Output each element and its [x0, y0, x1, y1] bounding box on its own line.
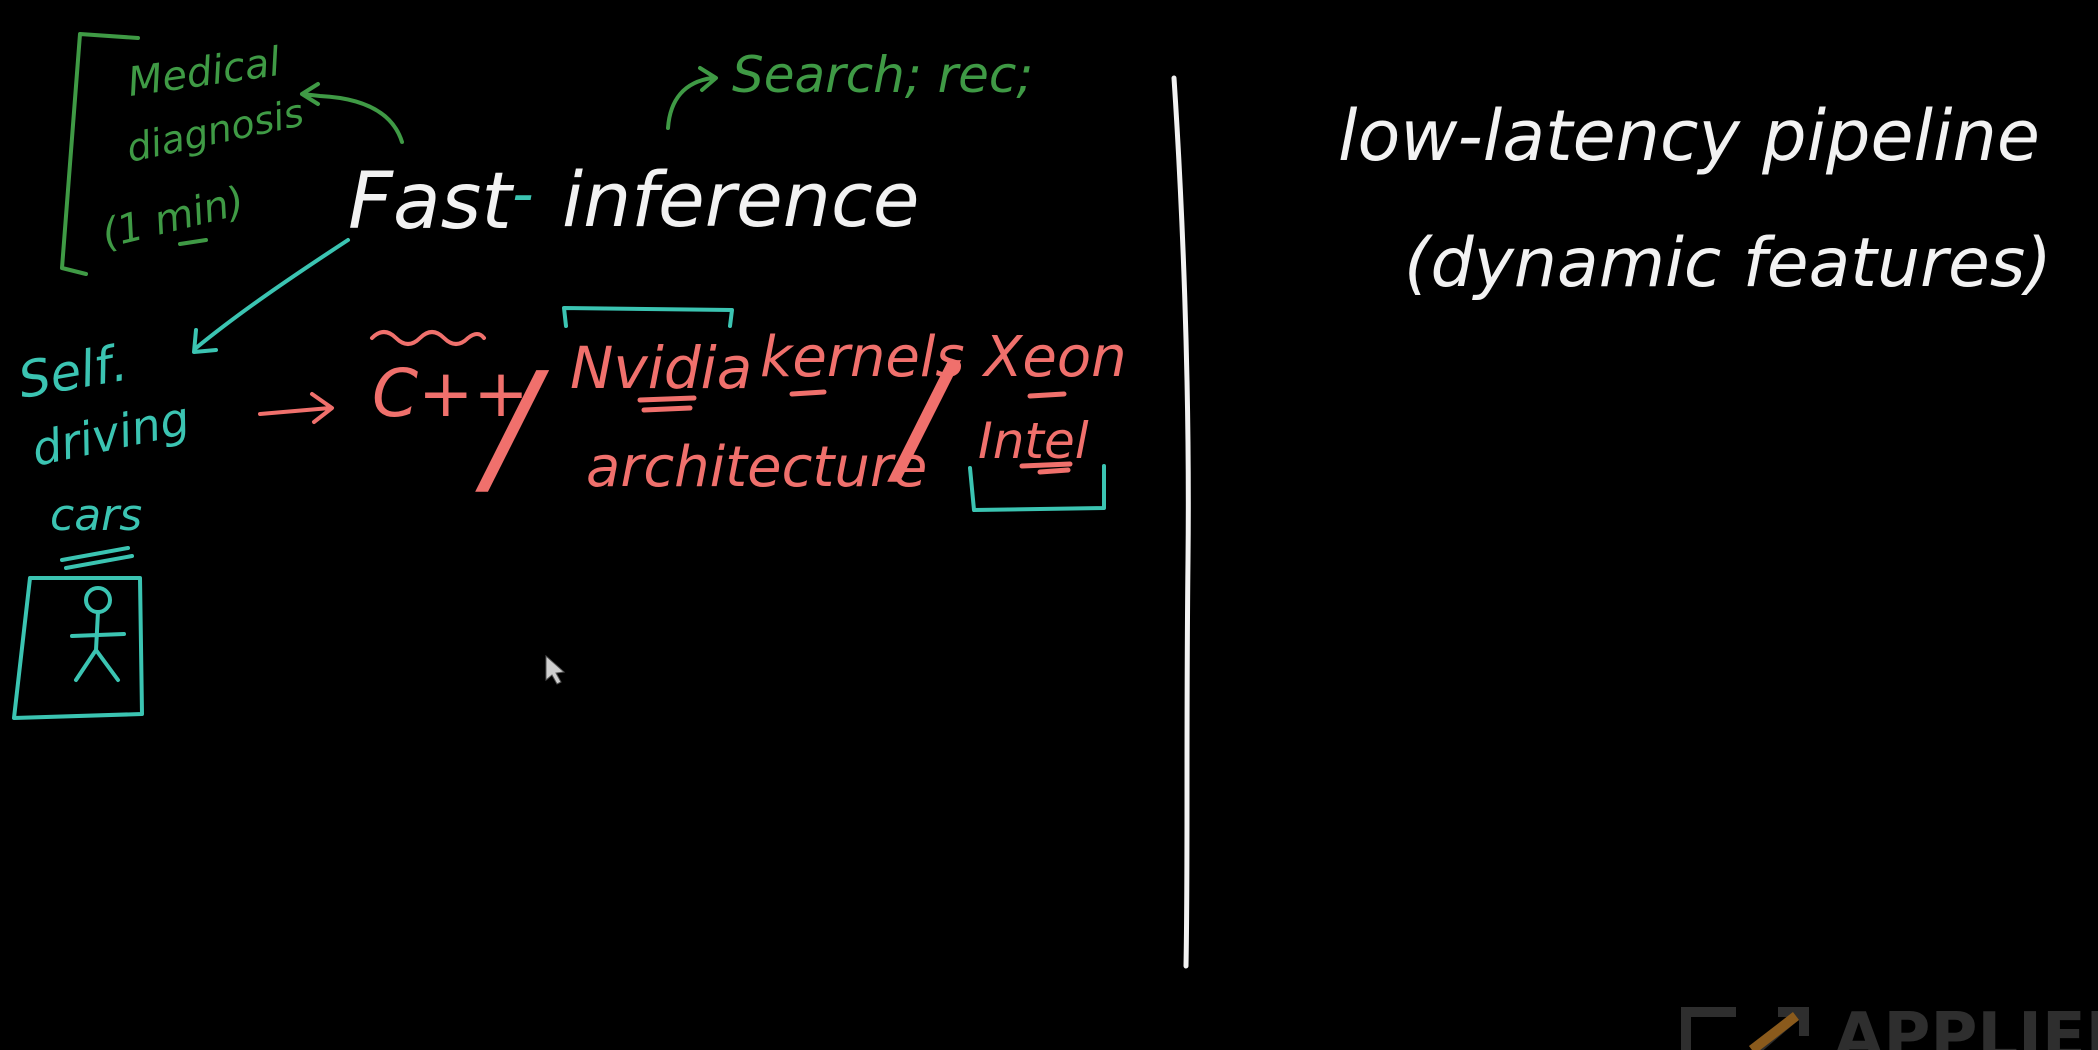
right-panel-line1: low-latency pipeline — [1338, 95, 2040, 177]
selfdriving-line3: cars — [50, 490, 142, 541]
search-rec-text: Search; rec; — [732, 46, 1033, 104]
title-dash: - — [512, 159, 534, 229]
xeon-underline — [1027, 391, 1067, 399]
nvidia-text: Nvidia — [570, 334, 752, 402]
whiteboard-canvas: Medical diagnosis (1 min) Search; rec; F… — [0, 0, 2098, 1050]
intel-text: Intel — [978, 412, 1089, 470]
right-panel-line2: (dynamic features) — [1404, 224, 2052, 303]
watermark-text: APPLIED — [1834, 1000, 2098, 1050]
kernels-underline — [789, 389, 827, 397]
xeon-text: Xeon — [981, 325, 1127, 390]
fast-text: Fast — [348, 157, 514, 247]
inference-text: inference — [562, 155, 920, 244]
architecture-text: architecture — [586, 435, 927, 500]
